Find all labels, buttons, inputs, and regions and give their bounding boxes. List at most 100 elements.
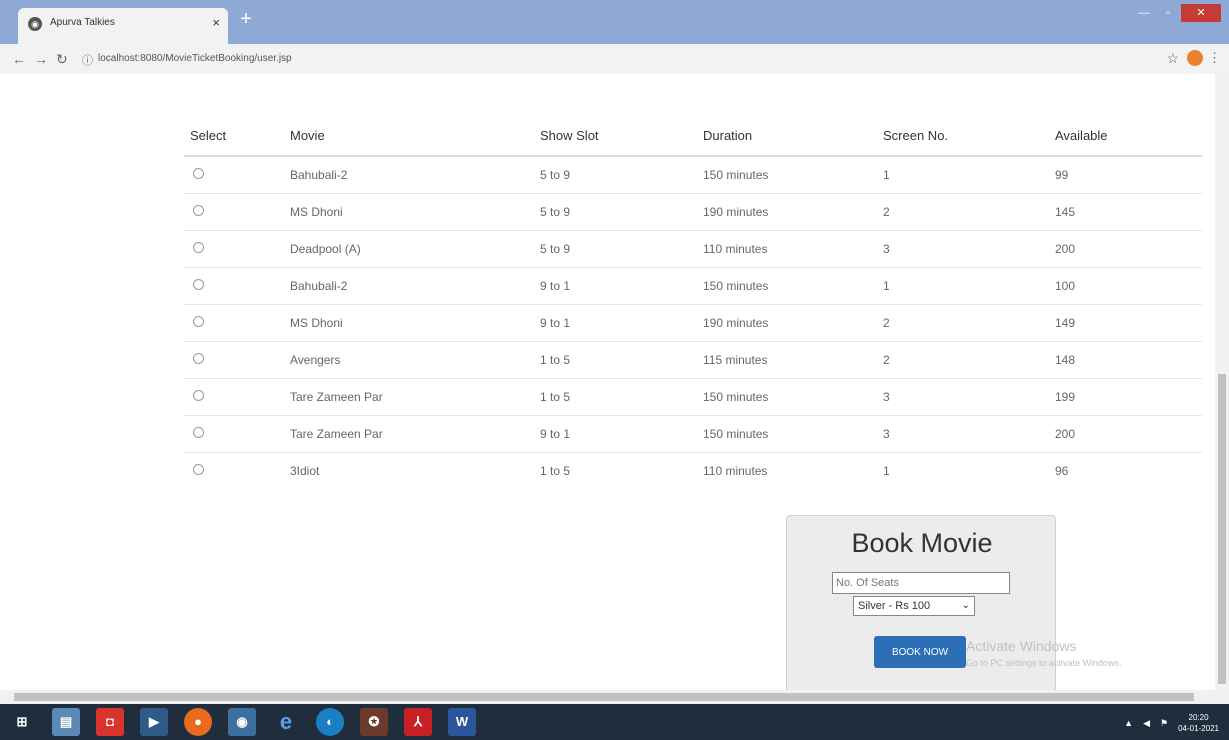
clock-date: 04-01-2021 [1178, 724, 1219, 733]
select-radio[interactable] [193, 241, 204, 253]
screen-cell: 3 [883, 377, 1055, 415]
slot-cell: 5 to 9 [540, 155, 703, 193]
header-duration: Duration [703, 116, 883, 157]
file-explorer-icon[interactable]: ▤ [52, 708, 80, 736]
minimize-icon[interactable]: — [1133, 4, 1155, 22]
ticket-class-value: Silver - Rs 100 [858, 600, 931, 612]
duration-cell: 190 minutes [703, 303, 883, 341]
table-row: Bahubali-2 5 to 9 150 minutes 1 99 [184, 155, 1202, 193]
select-radio[interactable] [193, 352, 204, 364]
header-screen-no: Screen No. [883, 116, 1055, 157]
watermark-subtitle: Go to PC settings to activate Windows. [966, 658, 1122, 668]
info-icon[interactable]: ⓘ [82, 52, 93, 68]
screen-cell: 1 [883, 266, 1055, 304]
store-icon[interactable]: ◘ [96, 708, 124, 736]
duration-cell: 115 minutes [703, 340, 883, 378]
vertical-scrollbar[interactable] [1215, 74, 1229, 704]
table-row: Bahubali-2 9 to 1 150 minutes 1 100 [184, 266, 1202, 304]
chrome-icon[interactable]: ◉ [228, 708, 256, 736]
clock-time: 20:20 [1188, 713, 1209, 722]
flag-icon[interactable]: ⚑ [1160, 718, 1168, 729]
select-radio[interactable] [193, 463, 204, 475]
slot-cell: 1 to 5 [540, 377, 703, 415]
maximize-icon[interactable]: ▫ [1157, 4, 1179, 22]
horizontal-scroll-thumb[interactable] [14, 693, 1194, 701]
movie-cell: MS Dhoni [290, 192, 540, 230]
header-show-slot: Show Slot [540, 116, 703, 157]
available-cell: 199 [1055, 377, 1202, 415]
slot-cell: 5 to 9 [540, 192, 703, 230]
select-radio[interactable] [193, 426, 204, 438]
table-row: MS Dhoni 9 to 1 190 minutes 2 149 [184, 303, 1202, 341]
duration-cell: 110 minutes [703, 451, 883, 489]
book-now-button[interactable]: BOOK NOW [874, 636, 966, 668]
browser-tab[interactable]: ◉ Apurva Talkies × [18, 8, 228, 44]
table-header-row: Select Movie Show Slot Duration Screen N… [184, 116, 1202, 157]
window-close-icon[interactable]: ✕ [1181, 4, 1221, 22]
more-menu-icon[interactable]: ⋮ [1208, 50, 1221, 66]
duration-cell: 150 minutes [703, 414, 883, 452]
movie-cell: Bahubali-2 [290, 266, 540, 304]
tab-title: Apurva Talkies [50, 17, 115, 28]
slot-cell: 1 to 5 [540, 451, 703, 489]
firefox-icon[interactable]: ● [184, 708, 212, 736]
activate-windows-watermark: Activate Windows Go to PC settings to ac… [966, 638, 1122, 668]
duration-cell: 110 minutes [703, 229, 883, 267]
movie-table: Select Movie Show Slot Duration Screen N… [184, 116, 1202, 489]
close-tab-icon[interactable]: × [212, 15, 220, 30]
internet-explorer-icon[interactable]: e [272, 708, 300, 736]
word-icon[interactable]: W [448, 708, 476, 736]
windows-taskbar: ⊞ ▤ ◘ ▶ ● ◉ e ◐ ✪ ⅄ W ▲ ◀ ⚑ 20:20 04-01-… [0, 704, 1229, 740]
slot-cell: 9 to 1 [540, 303, 703, 341]
movie-cell: MS Dhoni [290, 303, 540, 341]
select-radio[interactable] [193, 315, 204, 327]
slot-cell: 9 to 1 [540, 414, 703, 452]
edge-icon[interactable]: ◐ [316, 708, 344, 736]
select-radio[interactable] [193, 278, 204, 290]
available-cell: 148 [1055, 340, 1202, 378]
select-radio[interactable] [193, 389, 204, 401]
profile-avatar-icon[interactable] [1187, 50, 1203, 66]
book-movie-title: Book Movie [851, 528, 993, 558]
back-arrow-icon[interactable]: ← [12, 51, 26, 67]
vertical-scroll-thumb[interactable] [1218, 374, 1226, 684]
table-row: Avengers 1 to 5 115 minutes 2 148 [184, 340, 1202, 378]
address-bar: ← → ↻ ⓘ localhost:8080/MovieTicketBookin… [0, 44, 1229, 74]
duration-cell: 150 minutes [703, 266, 883, 304]
chevron-down-icon: ⌄ [961, 600, 970, 611]
bookmark-star-icon[interactable]: ☆ [1166, 50, 1179, 67]
acrobat-icon[interactable]: ⅄ [404, 708, 432, 736]
globe-icon: ◉ [28, 17, 42, 31]
seats-input[interactable] [832, 572, 1010, 594]
horizontal-scrollbar[interactable] [0, 690, 1215, 704]
screen-cell: 1 [883, 451, 1055, 489]
network-icon[interactable]: ▲ [1124, 718, 1133, 728]
table-row: Tare Zameen Par 1 to 5 150 minutes 3 199 [184, 377, 1202, 415]
select-radio[interactable] [193, 167, 204, 179]
select-radio[interactable] [193, 204, 204, 216]
table-row: Tare Zameen Par 9 to 1 150 minutes 3 200 [184, 414, 1202, 452]
volume-icon[interactable]: ◀ [1143, 718, 1150, 729]
media-player-icon[interactable]: ▶ [140, 708, 168, 736]
slot-cell: 9 to 1 [540, 266, 703, 304]
movie-cell: Avengers [290, 340, 540, 378]
movie-cell: Bahubali-2 [290, 155, 540, 193]
clock[interactable]: 20:20 04-01-2021 [1178, 712, 1219, 734]
new-tab-button[interactable]: + [236, 9, 256, 30]
slot-cell: 5 to 9 [540, 229, 703, 267]
movie-cell: Tare Zameen Par [290, 377, 540, 415]
header-available: Available [1055, 116, 1202, 157]
system-tray: ▲ ◀ ⚑ 20:20 04-01-2021 [1124, 712, 1219, 734]
reload-icon[interactable]: ↻ [56, 51, 68, 68]
browser-titlebar: ◉ Apurva Talkies × + — ▫ ✕ [0, 0, 1229, 44]
screen-cell: 1 [883, 155, 1055, 193]
app-icon[interactable]: ✪ [360, 708, 388, 736]
windows-start-icon[interactable]: ⊞ [8, 708, 36, 736]
forward-arrow-icon[interactable]: → [34, 51, 48, 67]
movie-cell: 3Idiot [290, 451, 540, 489]
ticket-class-select[interactable]: Silver - Rs 100 ⌄ [853, 596, 975, 616]
available-cell: 200 [1055, 414, 1202, 452]
available-cell: 100 [1055, 266, 1202, 304]
url-field[interactable]: localhost:8080/MovieTicketBooking/user.j… [98, 53, 292, 64]
table-row: 3Idiot 1 to 5 110 minutes 1 96 [184, 451, 1202, 489]
